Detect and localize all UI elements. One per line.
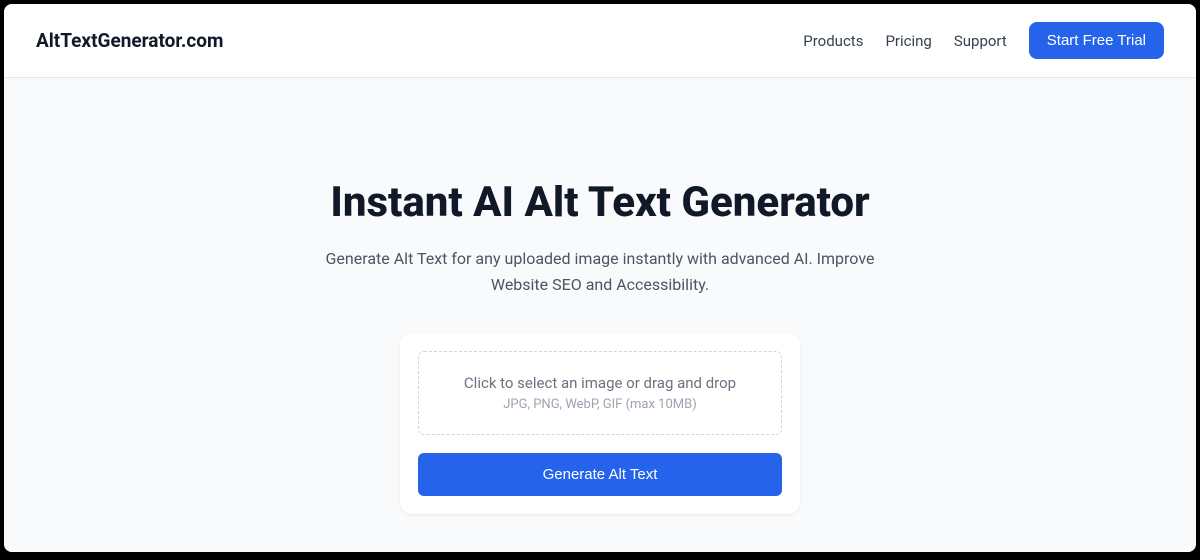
generate-button[interactable]: Generate Alt Text — [418, 453, 782, 496]
upload-card: Click to select an image or drag and dro… — [400, 333, 800, 514]
start-trial-button[interactable]: Start Free Trial — [1029, 22, 1164, 59]
main-nav: Products Pricing Support Start Free Tria… — [803, 22, 1164, 59]
nav-support[interactable]: Support — [954, 32, 1007, 50]
header: AltTextGenerator.com Products Pricing Su… — [4, 4, 1196, 78]
nav-pricing[interactable]: Pricing — [885, 32, 931, 50]
app-frame: AltTextGenerator.com Products Pricing Su… — [4, 4, 1196, 552]
hero-subtitle: Generate Alt Text for any uploaded image… — [325, 246, 875, 297]
image-dropzone[interactable]: Click to select an image or drag and dro… — [418, 351, 782, 435]
dropzone-formats: JPG, PNG, WebP, GIF (max 10MB) — [431, 397, 769, 412]
main-content: Instant AI Alt Text Generator Generate A… — [4, 78, 1196, 552]
logo[interactable]: AltTextGenerator.com — [36, 29, 223, 52]
hero-title: Instant AI Alt Text Generator — [330, 178, 869, 228]
dropzone-instruction: Click to select an image or drag and dro… — [431, 374, 769, 392]
nav-products[interactable]: Products — [803, 32, 863, 50]
